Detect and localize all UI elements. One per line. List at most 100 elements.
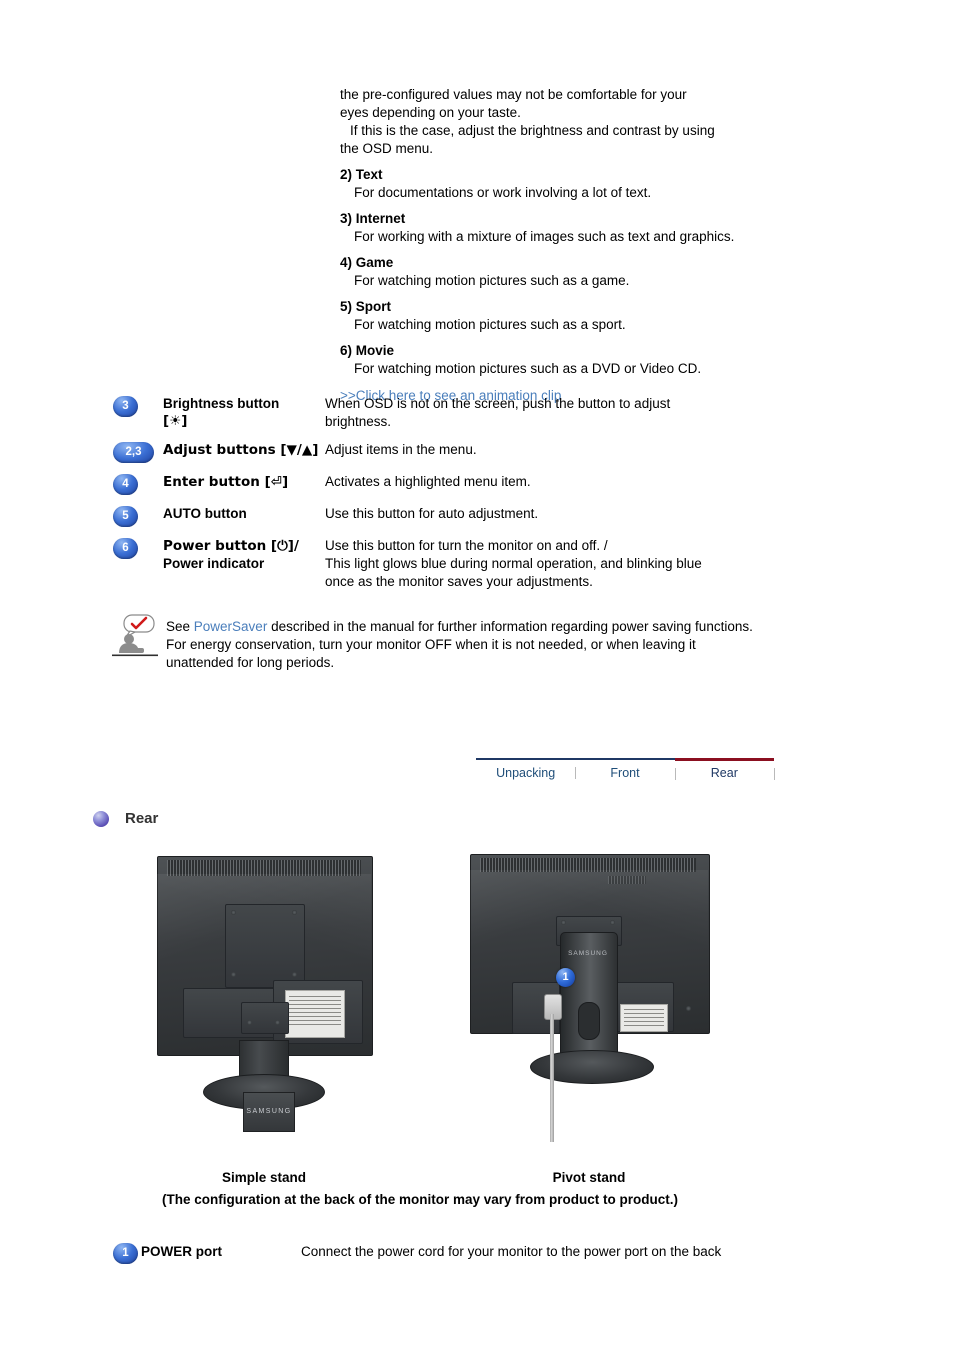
screw-icon	[231, 910, 236, 915]
mode-desc: For watching motion pictures such as a D…	[354, 361, 702, 376]
caption-configuration-note: (The configuration at the back of the mo…	[161, 1192, 679, 1207]
tab-front[interactable]: Front	[575, 758, 675, 780]
number-badge: 1	[113, 1243, 138, 1264]
number-badge: 5	[113, 506, 138, 527]
mode-title: 5) Sport	[340, 299, 392, 314]
screw-icon	[247, 1020, 252, 1025]
button-description: Adjust items in the menu.	[325, 441, 773, 459]
stand-base	[530, 1050, 654, 1084]
power-cord	[550, 1014, 554, 1142]
button-label: AUTO button	[163, 505, 325, 522]
spec-label-sticker	[285, 990, 345, 1038]
desc-line-1: Activates a highlighted menu item.	[325, 474, 531, 489]
badge-cell: 3	[113, 395, 163, 417]
table-row: 4 Enter button [⏎] Activates a highlight…	[113, 473, 773, 495]
screw-icon	[686, 1006, 691, 1011]
button-label-line-2: Power indicator	[163, 556, 265, 571]
button-description: Activates a highlighted menu item.	[325, 473, 773, 491]
monitor-figures: SAMSUNG SAMSUNG 1	[0, 852, 954, 1152]
button-description: When OSD is not on the screen, push the …	[325, 395, 773, 431]
caption-pivot-stand: Pivot stand	[552, 1170, 626, 1185]
mode-title: 4) Game	[340, 255, 394, 270]
tab-unpacking[interactable]: Unpacking	[476, 758, 576, 780]
brand-plate: SAMSUNG	[243, 1092, 295, 1132]
badge-cell: 4	[113, 473, 163, 495]
figure-callout-badge: 1	[556, 968, 575, 987]
tab-label: Front	[610, 766, 640, 780]
button-description: Use this button for turn the monitor on …	[325, 537, 773, 591]
power-symbol-icon: Power button [⏻]/	[163, 538, 299, 554]
desc-line-1: Use this button for auto adjustment.	[325, 506, 539, 521]
stand-attach-plate	[241, 1002, 289, 1034]
powersaver-note-block: See PowerSaver described in the manual f…	[112, 612, 762, 672]
screw-icon	[231, 972, 236, 977]
desc-line-1: When OSD is not on the screen, push the …	[325, 396, 671, 411]
intro-description-block: the pre-configured values may not be com…	[340, 86, 760, 403]
desc-line-1: Use this button for turn the monitor on …	[325, 538, 608, 553]
badge-cell: 1	[113, 1242, 141, 1264]
button-description-table: 3 Brightness button [☀] When OSD is not …	[113, 395, 773, 601]
section-tabs: Unpacking Front Rear	[476, 758, 776, 780]
mode-item-internet: 3) Internet For working with a mixture o…	[340, 210, 760, 246]
button-label: Brightness button [☀]	[163, 395, 325, 430]
simple-stand-figure: SAMSUNG	[155, 852, 373, 1140]
button-label: Power button [⏻]/ Power indicator	[163, 537, 325, 572]
power-port-description: Connect the power cord for your monitor …	[301, 1244, 722, 1259]
mode-item-sport: 5) Sport For watching motion pictures su…	[340, 298, 760, 334]
table-row: 6 Power button [⏻]/ Power indicator Use …	[113, 537, 773, 591]
note-text: See PowerSaver described in the manual f…	[166, 612, 762, 672]
desc-line-2: This light glows blue during normal oper…	[325, 556, 702, 571]
mode-desc: For watching motion pictures such as a s…	[354, 317, 626, 332]
mode-item-game: 4) Game For watching motion pictures suc…	[340, 254, 760, 290]
mode-desc: For documentations or work involving a l…	[354, 185, 652, 200]
number-badge: 6	[113, 538, 138, 559]
desc-line-1: Adjust items in the menu.	[325, 442, 477, 457]
note-person-speech-bubble-icon	[112, 612, 158, 658]
tab-label: Unpacking	[496, 766, 556, 780]
desc-line-3: once as the monitor saves your adjustmen…	[325, 574, 593, 589]
spec-label-sticker	[620, 1004, 668, 1032]
mode-title: 6) Movie	[340, 343, 395, 358]
mode-title: 2) Text	[340, 167, 383, 182]
tab-label: Rear	[710, 766, 738, 780]
powersaver-link[interactable]: PowerSaver	[194, 619, 268, 634]
adjust-arrows-icon: Adjust buttons [▼/▲]	[163, 442, 319, 458]
number-badge: 4	[113, 474, 138, 495]
note-text-before: See	[166, 619, 194, 634]
brand-text: SAMSUNG	[568, 950, 608, 957]
button-label-line-1: Brightness button	[163, 396, 280, 411]
button-label: Adjust buttons [▼/▲]	[163, 441, 325, 459]
screw-icon	[610, 920, 615, 925]
badge-cell: 5	[113, 505, 163, 527]
screw-icon	[561, 920, 566, 925]
mode-desc: For working with a mixture of images suc…	[354, 229, 735, 244]
power-port-row: 1 POWER port Connect the power cord for …	[113, 1242, 793, 1264]
figure-captions: Simple stand Pivot stand (The configurat…	[0, 1170, 954, 1207]
screw-icon	[292, 910, 297, 915]
number-badge: 3	[113, 396, 138, 417]
screw-icon	[292, 972, 297, 977]
cable-management-slot	[578, 1002, 600, 1040]
tab-rear[interactable]: Rear	[674, 758, 776, 780]
brightness-icon: [☀]	[163, 413, 188, 429]
mode-desc: For watching motion pictures such as a g…	[354, 273, 630, 288]
intro-lead-line-3: If this is the case, adjust the brightne…	[350, 123, 715, 138]
mode-item-text: 2) Text For documentations or work invol…	[340, 166, 760, 202]
button-label: Enter button [⏎]	[163, 473, 325, 491]
sphere-bullet-icon	[93, 810, 109, 827]
caption-simple-stand: Simple stand	[221, 1170, 307, 1185]
section-heading: Rear	[93, 810, 158, 827]
desc-line-2: brightness.	[325, 414, 392, 429]
number-badge: 2,3	[113, 442, 154, 463]
badge-cell: 2,3	[113, 441, 163, 463]
intro-lead-line-4: the OSD menu.	[340, 141, 434, 156]
enter-return-icon: Enter button [⏎]	[163, 474, 289, 490]
table-row: 2,3 Adjust buttons [▼/▲] Adjust items in…	[113, 441, 773, 463]
power-port-label: POWER port	[141, 1244, 222, 1259]
pivot-stand-figure: SAMSUNG 1	[468, 854, 710, 1142]
button-label-line-1: AUTO button	[163, 506, 247, 521]
mode-title: 3) Internet	[340, 211, 406, 226]
badge-cell: 6	[113, 537, 163, 559]
intro-lead-line-1: the pre-configured values may not be com…	[340, 87, 687, 102]
table-row: 3 Brightness button [☀] When OSD is not …	[113, 395, 773, 431]
